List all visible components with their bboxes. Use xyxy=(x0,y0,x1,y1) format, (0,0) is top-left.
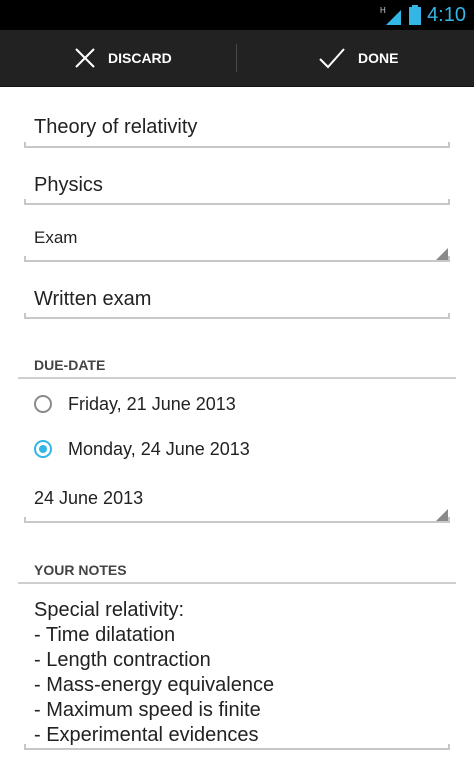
title-underline xyxy=(24,142,450,148)
due-date-header: DUE-DATE xyxy=(34,357,106,373)
description-underline xyxy=(24,313,450,319)
title-value: Theory of relativity xyxy=(34,116,198,138)
battery-icon xyxy=(409,5,421,25)
action-bar: DISCARD DONE xyxy=(0,30,474,87)
date-picker-underline xyxy=(24,517,450,523)
due-date-option-label: Friday, 21 June 2013 xyxy=(68,393,236,414)
radio-unchecked-icon xyxy=(34,395,52,413)
subject-value: Physics xyxy=(34,174,103,196)
close-icon xyxy=(75,48,95,68)
network-type-label: H xyxy=(380,6,386,15)
dropdown-arrow-icon xyxy=(436,248,448,260)
notes-input[interactable]: Special relativity: - Time dilatation - … xyxy=(34,598,450,748)
notes-header: YOUR NOTES xyxy=(34,562,127,578)
due-date-option-monday[interactable]: Monday, 24 June 2013 xyxy=(34,437,250,461)
notes-divider xyxy=(18,582,456,584)
discard-button[interactable]: DISCARD xyxy=(74,30,172,86)
signal-icon: H xyxy=(380,6,401,25)
subject-underline xyxy=(24,199,450,205)
subject-field[interactable]: Physics xyxy=(24,174,450,204)
type-underline xyxy=(24,256,450,262)
title-field[interactable]: Theory of relativity xyxy=(24,116,450,146)
notes-underline xyxy=(24,744,450,750)
done-label: DONE xyxy=(358,50,399,66)
due-date-option-friday[interactable]: Friday, 21 June 2013 xyxy=(34,392,236,416)
status-bar: H 4:10 xyxy=(0,0,474,30)
description-field[interactable]: Written exam xyxy=(24,288,450,318)
radio-checked-icon xyxy=(34,440,52,458)
due-date-option-label: Monday, 24 June 2013 xyxy=(68,438,250,459)
discard-label: DISCARD xyxy=(108,50,172,66)
actionbar-divider xyxy=(236,44,237,72)
dropdown-arrow-icon xyxy=(436,509,448,521)
type-spinner[interactable]: Exam xyxy=(24,228,450,258)
date-picker-spinner[interactable]: 24 June 2013 xyxy=(24,488,450,518)
type-selected: Exam xyxy=(34,228,78,247)
description-value: Written exam xyxy=(34,288,152,310)
due-date-divider xyxy=(18,377,456,379)
date-picker-value: 24 June 2013 xyxy=(34,488,144,508)
status-time: 4:10 xyxy=(427,4,466,26)
done-button[interactable]: DONE xyxy=(318,30,398,86)
checkmark-icon xyxy=(319,48,345,69)
